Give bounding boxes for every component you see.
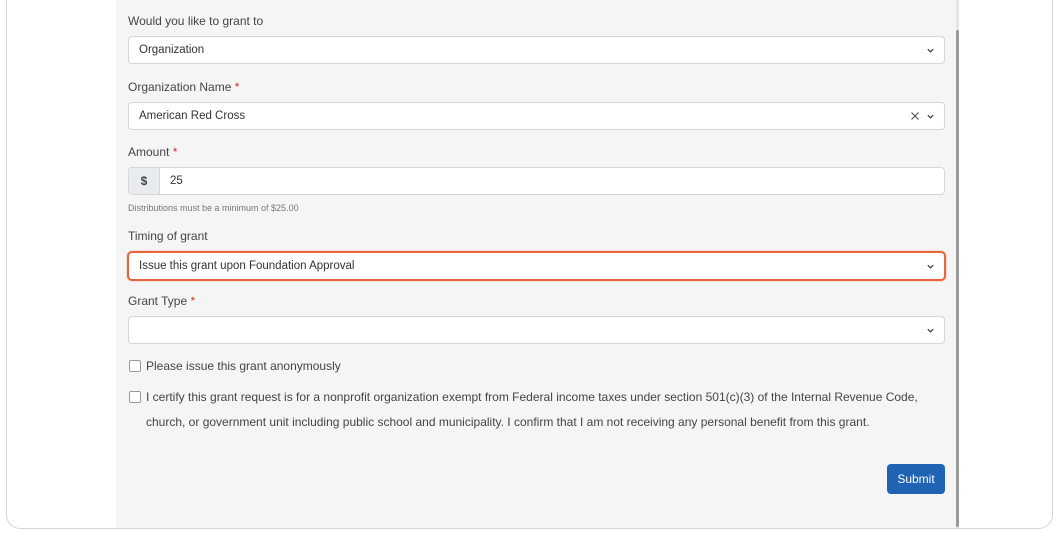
amount-label-text: Amount xyxy=(128,145,170,159)
submit-button[interactable]: Submit xyxy=(887,464,945,494)
chevron-down-icon xyxy=(927,264,934,269)
amount-input[interactable]: 25 xyxy=(170,175,183,187)
grant-to-value: Organization xyxy=(139,44,205,56)
amount-input-group[interactable]: $ 25 xyxy=(128,167,945,195)
organization-name-select[interactable]: American Red Cross xyxy=(128,102,945,130)
chevron-down-icon xyxy=(927,328,934,333)
organization-name-label-text: Organization Name xyxy=(128,80,232,94)
anonymous-label[interactable]: Please issue this grant anonymously xyxy=(146,359,341,373)
organization-name-label: Organization Name * xyxy=(128,80,239,94)
grant-to-label: Would you like to grant to xyxy=(128,14,263,28)
certify-checkbox[interactable] xyxy=(129,391,141,403)
required-marker: * xyxy=(172,145,178,159)
grant-to-select[interactable]: Organization xyxy=(128,36,945,64)
currency-addon: $ xyxy=(129,168,160,194)
timing-label: Timing of grant xyxy=(128,229,208,243)
amount-help-text: Distributions must be a minimum of $25.0… xyxy=(128,203,299,213)
organization-name-value: American Red Cross xyxy=(139,110,246,122)
timing-label-text: Timing of grant xyxy=(128,229,208,243)
close-icon[interactable] xyxy=(910,111,920,121)
amount-label: Amount * xyxy=(128,145,177,159)
certify-label[interactable]: I certify this grant request is for a no… xyxy=(146,385,946,435)
grant-to-label-text: Would you like to grant to xyxy=(128,14,264,28)
chevron-down-icon xyxy=(927,114,934,119)
chevron-down-icon xyxy=(927,48,934,53)
timing-select[interactable]: Issue this grant upon Foundation Approva… xyxy=(127,251,946,281)
grant-type-label-text: Grant Type xyxy=(128,294,188,308)
anonymous-checkbox[interactable] xyxy=(129,360,141,372)
timing-value: Issue this grant upon Foundation Approva… xyxy=(139,260,355,272)
required-marker: * xyxy=(234,80,240,94)
grant-type-select[interactable] xyxy=(128,316,945,344)
grant-type-label: Grant Type * xyxy=(128,294,195,308)
required-marker: * xyxy=(190,294,196,308)
scrollbar-thumb[interactable] xyxy=(956,30,959,527)
